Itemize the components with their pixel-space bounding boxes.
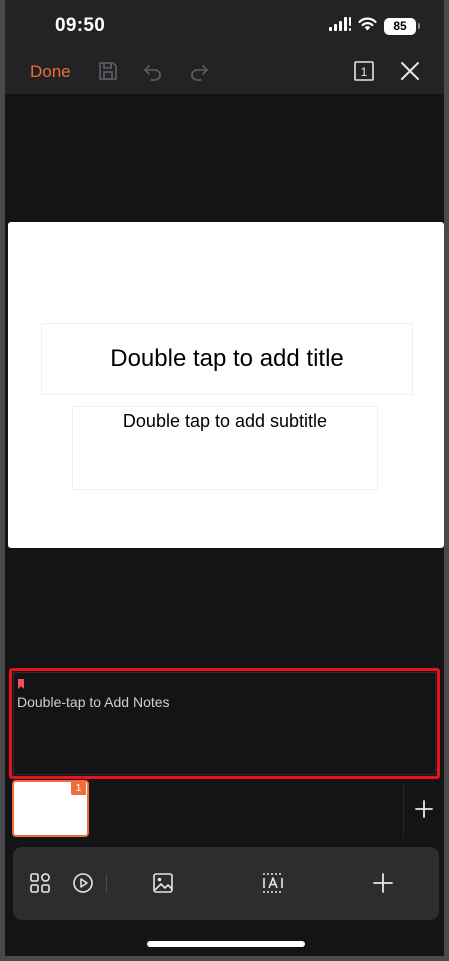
home-indicator <box>147 941 305 947</box>
toolbar-separator <box>106 874 107 892</box>
add-icon[interactable] <box>371 871 395 895</box>
battery-icon: 85 <box>384 17 420 35</box>
done-button[interactable]: Done <box>30 62 71 82</box>
status-time: 09:50 <box>55 15 106 36</box>
slides-grid-icon[interactable] <box>28 871 52 895</box>
thumbnail-divider <box>403 782 404 838</box>
top-toolbar: Done 1 <box>5 50 444 94</box>
notes-area[interactable]: Double-tap to Add Notes <box>13 672 436 775</box>
slide-canvas[interactable]: Double tap to add title Double tap to ad… <box>8 222 444 548</box>
play-icon[interactable] <box>71 871 95 895</box>
status-bar: 09:50 85 <box>5 0 444 50</box>
bottom-frame-edge <box>0 956 449 961</box>
notes-placeholder: Double-tap to Add Notes <box>17 694 170 710</box>
title-placeholder[interactable]: Double tap to add title <box>41 323 413 395</box>
slide-count-icon[interactable]: 1 <box>351 58 377 84</box>
redo-icon[interactable] <box>186 58 212 84</box>
bookmark-icon <box>18 679 24 689</box>
slide-thumbnail[interactable]: 1 <box>12 780 89 837</box>
status-icons: 85 <box>329 16 420 36</box>
right-frame-edge <box>444 0 449 961</box>
add-slide-icon[interactable] <box>412 797 436 821</box>
slide-number-badge: 1 <box>71 782 86 795</box>
wifi-icon <box>358 17 377 36</box>
close-icon[interactable] <box>397 58 423 84</box>
text-box-icon[interactable] <box>261 871 285 895</box>
insert-image-icon[interactable] <box>151 871 175 895</box>
undo-icon[interactable] <box>140 58 166 84</box>
slide-count-text: 1 <box>361 65 368 79</box>
app-screen: 09:50 85 Done 1 Double tap to add title … <box>0 0 449 961</box>
subtitle-placeholder[interactable]: Double tap to add subtitle <box>72 406 378 490</box>
save-icon[interactable] <box>95 58 121 84</box>
bottom-toolbar <box>13 847 439 920</box>
notes-panel[interactable]: Double-tap to Add Notes <box>9 668 440 779</box>
cellular-signal-icon <box>329 16 351 36</box>
left-frame-edge <box>0 0 5 961</box>
